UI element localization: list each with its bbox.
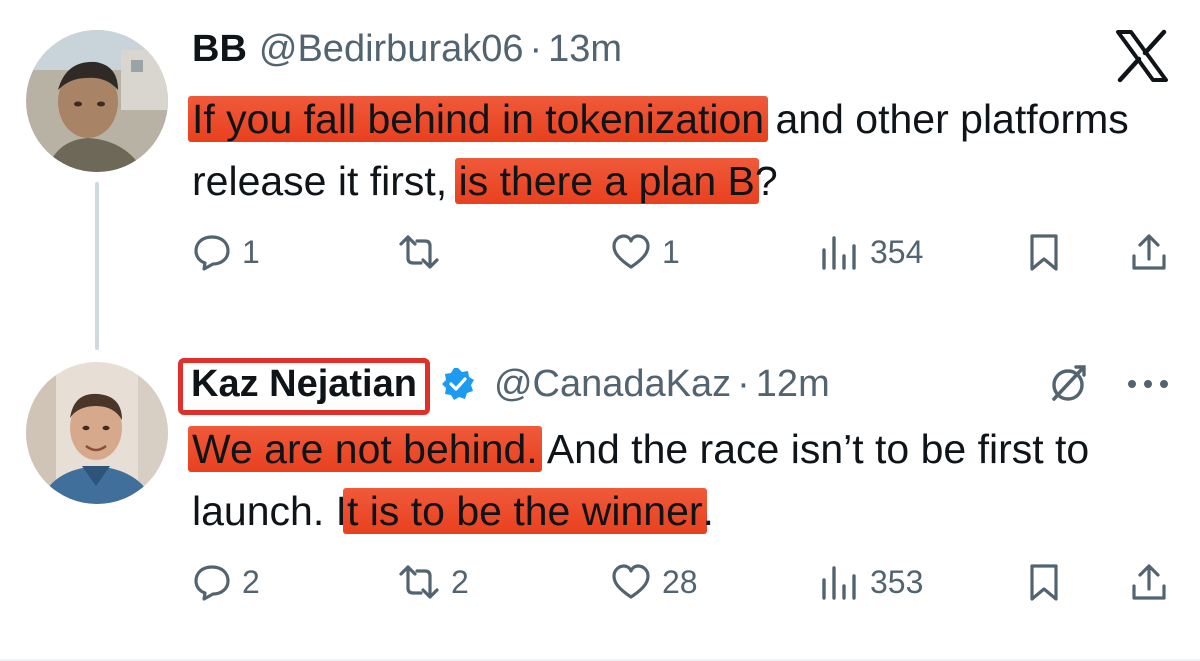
tweet-text-segment: . [702,488,714,534]
bookmark-icon [1030,564,1058,601]
tweet-text-segment: ? [754,158,778,204]
grok-icon[interactable] [1046,362,1090,406]
tweet-header: BB @Bedirburak06 · 13m [192,28,622,71]
like-button[interactable]: 28 [610,562,698,602]
display-name[interactable]: BB [192,28,247,71]
share-button[interactable] [1130,232,1168,272]
tweet-actions: 2 2 28 353 [192,562,1172,622]
highlighted-text: We are not behind. [188,426,542,472]
display-name[interactable]: Kaz Nejatian [178,358,430,415]
repost-icon [399,235,439,269]
separator-dot: · [737,363,750,405]
like-icon [612,234,650,269]
repost-icon [399,565,439,599]
like-count: 28 [662,563,698,600]
avatar-kaz-nejatian[interactable] [26,362,168,504]
repost-button[interactable]: 2 [397,562,469,602]
share-icon [1132,234,1166,270]
reply-button[interactable]: 2 [192,562,260,602]
user-handle[interactable]: @Bedirburak06 [259,28,524,71]
thread-connector-line [95,182,99,350]
reply-count: 1 [242,233,260,270]
timestamp[interactable]: 12m [756,363,830,406]
views-count: 353 [870,563,924,600]
reply-icon [194,235,230,271]
like-button[interactable]: 1 [610,232,680,272]
like-icon [612,564,650,599]
highlighted-text: If you fall behind in tokenization [188,96,769,142]
bookmark-button[interactable] [1028,562,1060,602]
tweet-top-right-actions [1046,362,1170,406]
views-button[interactable]: 353 [820,562,923,602]
repost-count: 2 [451,563,469,600]
reply-button[interactable]: 1 [192,232,260,272]
views-count: 354 [870,233,924,270]
avatar-bb[interactable] [26,30,168,172]
tweet-text: If you fall behind in tokenization and o… [188,88,1152,212]
verified-icon [441,368,474,400]
tweet-header: Kaz Nejatian @CanadaKaz · 12m [178,358,830,415]
highlighted-text: is there a plan B [454,158,759,204]
reply-icon [194,565,230,601]
bookmark-icon [1030,234,1058,271]
repost-button[interactable] [397,232,451,272]
user-handle[interactable]: @CanadaKaz [494,363,731,406]
share-button[interactable] [1130,562,1168,602]
reply-count: 2 [242,563,260,600]
views-icon [822,566,856,600]
x-logo-icon[interactable] [1114,28,1170,84]
timestamp[interactable]: 13m [548,28,622,71]
highlighted-text: t is to be the winner [343,488,707,534]
bookmark-button[interactable] [1028,232,1060,272]
share-icon [1132,564,1166,600]
tweet-actions: 1 1 354 [192,232,1172,292]
like-count: 1 [662,233,680,270]
views-button[interactable]: 354 [820,232,923,272]
views-icon [822,236,856,270]
separator-dot: · [529,28,543,70]
tweet-text: We are not behind. And the race isn’t to… [188,418,1152,542]
more-icon[interactable] [1126,377,1170,391]
